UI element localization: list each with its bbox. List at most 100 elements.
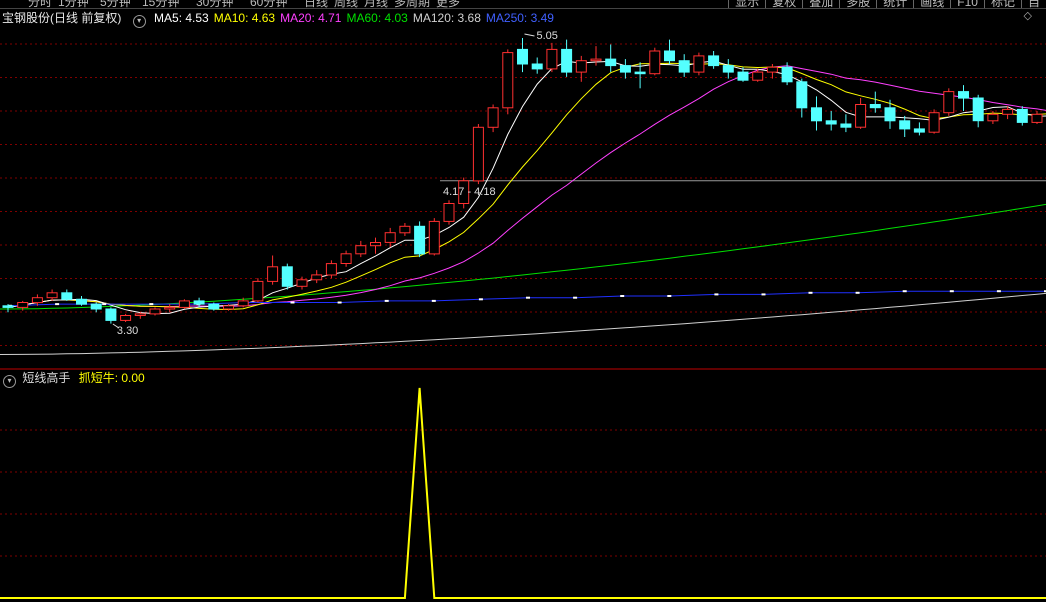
- candle-body: [928, 112, 940, 133]
- candle-body: [693, 55, 705, 73]
- ma250-marker: [431, 299, 436, 302]
- ma250-marker: [55, 303, 60, 306]
- candle-body: [987, 113, 999, 122]
- ma5-line: [7, 60, 1046, 315]
- candle-body: [472, 126, 484, 182]
- candle-body: [752, 71, 764, 81]
- candle-body: [31, 297, 43, 304]
- candle-body: [178, 300, 190, 308]
- ma250-marker: [526, 296, 530, 299]
- candle-body: [252, 280, 264, 302]
- candle-body: [943, 91, 955, 114]
- price-line-label: 4.17 - 4.18: [443, 186, 496, 198]
- candle-body: [561, 48, 573, 73]
- high-arrow: [524, 33, 535, 37]
- candle-body: [796, 81, 808, 109]
- candle-body: [972, 97, 984, 122]
- ma250-marker: [808, 291, 813, 294]
- kline-chart: 5.05 3.30 4.17 - 4.18: [0, 30, 1046, 599]
- indicator-name: 短线高手: [22, 371, 71, 385]
- candle-body: [825, 120, 837, 125]
- ma250-marker: [478, 298, 483, 301]
- candle-body: [340, 253, 352, 265]
- candle-body: [708, 55, 720, 67]
- candle-body: [120, 315, 132, 321]
- candle-body: [913, 128, 925, 133]
- candle-body: [237, 300, 249, 307]
- candle-body: [414, 225, 426, 255]
- candle-body: [722, 65, 734, 73]
- ma250-marker: [337, 301, 342, 304]
- candle-body: [546, 48, 558, 70]
- candle-body: [2, 305, 14, 308]
- candle-body: [575, 60, 587, 73]
- candle-body: [487, 107, 499, 128]
- candle-body: [1002, 108, 1014, 115]
- candle-body: [325, 263, 337, 276]
- candle-body: [134, 313, 146, 316]
- candle-body: [17, 302, 29, 308]
- candle-body: [517, 48, 528, 65]
- low-annotation: 3.30: [117, 325, 138, 337]
- ma250-marker: [714, 293, 719, 296]
- candle-body: [664, 50, 675, 62]
- ma250-marker: [384, 299, 389, 302]
- candle-body: [61, 292, 73, 300]
- candle-body: [223, 305, 234, 310]
- high-annotation: 5.05: [537, 30, 558, 42]
- ma250-marker: [761, 293, 766, 296]
- candle-body: [267, 266, 279, 282]
- ma250-marker: [667, 295, 672, 297]
- ma60-line: [0, 203, 1046, 310]
- candle-body: [193, 300, 205, 305]
- ma250-marker: [290, 301, 295, 304]
- candle-body: [840, 123, 852, 128]
- candle-body: [428, 220, 440, 255]
- candle-body: [90, 303, 102, 310]
- candle-body: [370, 242, 381, 247]
- candle-body: [502, 52, 514, 109]
- candle-body: [781, 66, 793, 83]
- candle-body: [869, 104, 881, 109]
- candle-body: [884, 107, 896, 122]
- candle-body: [811, 107, 822, 122]
- candle-body: [355, 245, 367, 255]
- indicator-line: [0, 387, 1046, 599]
- candle-body: [311, 274, 323, 281]
- ma250-marker: [996, 290, 1001, 293]
- candle-body: [1016, 108, 1028, 123]
- candle-body: [46, 292, 58, 299]
- ma250-marker: [149, 303, 154, 306]
- candle-body: [149, 308, 161, 315]
- candle-body: [443, 203, 455, 222]
- candle-body: [296, 279, 308, 287]
- candle-body: [958, 91, 969, 99]
- candle-body: [678, 60, 690, 73]
- candle-body: [634, 71, 646, 75]
- candle-body: [590, 58, 602, 62]
- ma250-marker: [855, 291, 860, 294]
- candle-body: [105, 308, 117, 321]
- candle-body: [384, 232, 396, 243]
- candle-body: [619, 65, 631, 73]
- candle-body: [899, 120, 911, 130]
- candle-body: [605, 58, 617, 67]
- candle-body: [649, 50, 661, 75]
- candle-body: [766, 66, 778, 73]
- candle-body: [855, 104, 867, 128]
- candle-body: [208, 303, 220, 310]
- candle-body: [164, 306, 176, 310]
- ma250-marker: [902, 290, 907, 293]
- indicator-value: 抓短牛: 0.00: [78, 371, 145, 385]
- ma250-marker: [573, 296, 578, 299]
- ma250-marker: [620, 295, 625, 297]
- candle-body: [76, 298, 87, 305]
- ma250-marker: [102, 303, 107, 306]
- indicator-bar: ▾ 短线高手 抓短牛: 0.00: [0, 370, 145, 388]
- candle-body: [1031, 113, 1043, 123]
- ma250-marker: [949, 290, 954, 293]
- indicator-toggle-icon[interactable]: ▾: [3, 375, 16, 388]
- candle-body: [531, 63, 543, 70]
- candle-body: [737, 71, 749, 81]
- candle-body: [281, 266, 293, 287]
